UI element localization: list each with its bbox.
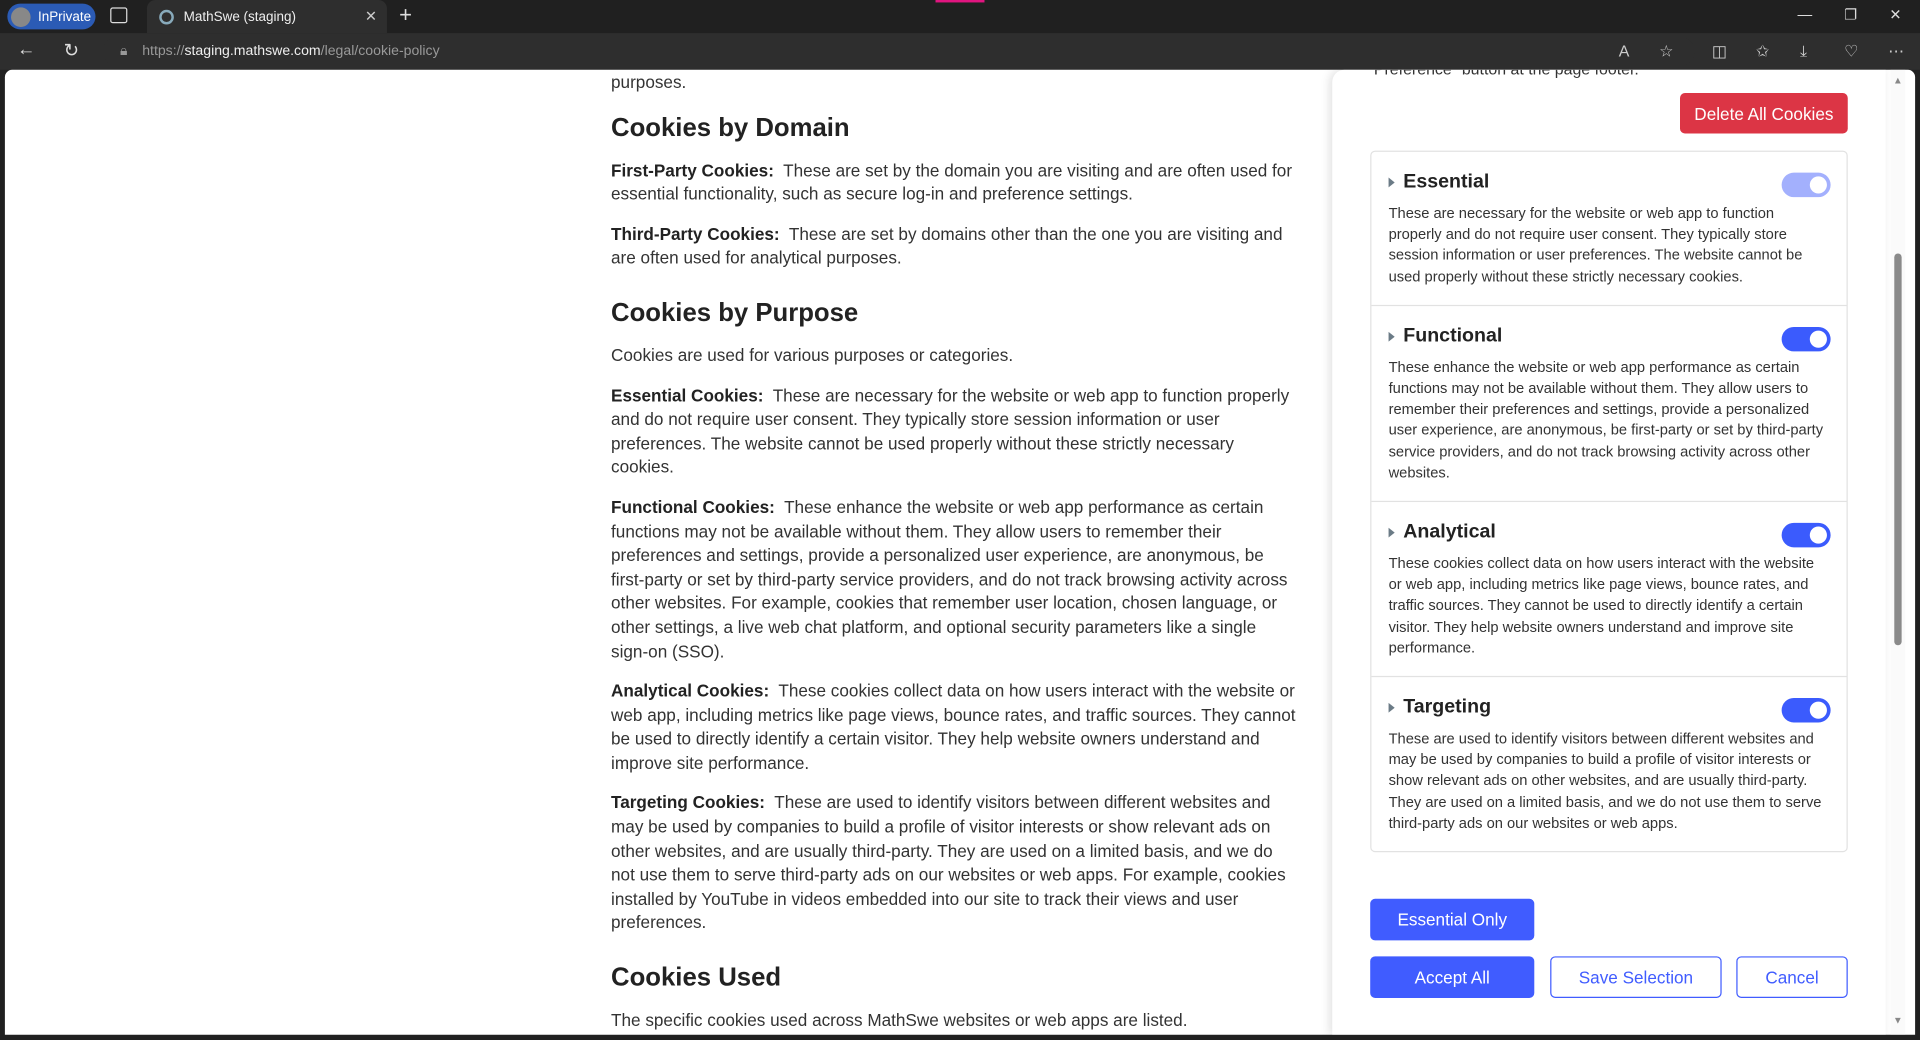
- category-name: Functional: [1403, 325, 1503, 347]
- panel-text-fragment: Preference" button at the page footer.: [1374, 70, 1639, 79]
- lock-icon: 🔒︎: [120, 43, 128, 59]
- policy-content: purposes. Cookies by Domain First-Party C…: [611, 71, 1297, 1035]
- text-fragment: purposes.: [611, 72, 687, 92]
- page-scrollbar[interactable]: ▲ ▼: [1890, 69, 1906, 1035]
- favorites-icon[interactable]: ✩: [1756, 42, 1769, 62]
- url: https://staging.mathswe.com/legal/cookie…: [142, 44, 440, 59]
- category-header[interactable]: Functional: [1388, 323, 1830, 350]
- new-tab-icon[interactable]: +: [399, 2, 412, 28]
- cookie-category-functional: Functional These enhance the website or …: [1371, 306, 1847, 503]
- tab-actions-icon[interactable]: [110, 7, 128, 24]
- scroll-down-icon[interactable]: ▼: [1893, 1015, 1903, 1026]
- restore-icon[interactable]: ❐: [1844, 6, 1857, 23]
- back-icon[interactable]: ←: [17, 39, 35, 60]
- section-heading: Cookies Used: [611, 963, 782, 992]
- cookie-category-analytical: Analytical These cookies collect data on…: [1371, 502, 1847, 678]
- category-name: Targeting: [1403, 696, 1492, 718]
- scroll-up-icon[interactable]: ▲: [1893, 75, 1903, 86]
- paragraph-term: Targeting Cookies:: [611, 792, 766, 813]
- caret-right-icon[interactable]: [1388, 177, 1395, 188]
- caret-right-icon[interactable]: [1388, 331, 1395, 342]
- paragraph-term: Functional Cookies:: [611, 497, 775, 517]
- close-tab-icon[interactable]: ✕: [365, 7, 377, 24]
- paragraph: First-Party Cookies: These are set by th…: [611, 159, 1297, 207]
- paragraph-term: First-Party Cookies:: [611, 159, 774, 180]
- category-description: These are necessary for the website or w…: [1388, 204, 1803, 285]
- section-heading: Cookies by Purpose: [611, 298, 859, 327]
- category-description: These enhance the website or web app per…: [1388, 358, 1824, 482]
- save-selection-button[interactable]: Save Selection: [1550, 956, 1722, 998]
- delete-all-cookies-button[interactable]: Delete All Cookies: [1680, 93, 1848, 134]
- category-name: Essential: [1403, 171, 1490, 193]
- category-header[interactable]: Analytical: [1388, 519, 1830, 546]
- profile-avatar-icon: [11, 6, 31, 27]
- cookie-categories: Essential These are necessary for the we…: [1370, 150, 1848, 853]
- close-window-icon[interactable]: ✕: [1889, 6, 1901, 23]
- cancel-button[interactable]: Cancel: [1736, 956, 1848, 998]
- paragraph: Third-Party Cookies: These are set by do…: [611, 223, 1297, 271]
- paragraph: Functional Cookies: These enhance the we…: [611, 496, 1297, 664]
- cookie-category-targeting: Targeting These are used to identify vis…: [1371, 677, 1846, 851]
- category-header[interactable]: Targeting: [1388, 694, 1830, 721]
- category-name: Analytical: [1403, 521, 1496, 543]
- paragraph: Targeting Cookies: These are used to ide…: [611, 792, 1297, 936]
- paragraph: Analytical Cookies: These cookies collec…: [611, 680, 1297, 776]
- paragraph: Cookies are used for various purposes or…: [611, 344, 1297, 368]
- analytical-toggle[interactable]: [1781, 522, 1831, 548]
- caret-right-icon[interactable]: [1388, 527, 1395, 538]
- inprivate-label: InPrivate: [37, 9, 92, 24]
- paragraph-text: Cookies are used for various purposes or…: [611, 345, 1014, 365]
- cookie-category-essential: Essential These are necessary for the we…: [1371, 152, 1847, 306]
- download-icon[interactable]: ⤓: [1800, 42, 1807, 62]
- more-icon[interactable]: ⋯: [1888, 42, 1904, 62]
- targeting-toggle[interactable]: [1781, 698, 1831, 723]
- tab-title: MathSwe (staging): [183, 9, 296, 24]
- paragraph-term: Essential Cookies:: [611, 385, 764, 405]
- paragraph-text: The specific cookies used across MathSwe…: [611, 1010, 1188, 1030]
- favorite-star-icon[interactable]: ☆: [1659, 42, 1673, 62]
- browser-essentials-icon[interactable]: ♡: [1844, 42, 1858, 62]
- address-bar[interactable]: 🔒︎ https://staging.mathswe.com/legal/cook…: [102, 36, 1695, 67]
- category-header[interactable]: Essential: [1388, 169, 1830, 196]
- accent-bar: [935, 0, 985, 3]
- tab-bar: InPrivate MathSwe (staging) ✕ + — ❐ ✕: [0, 0, 1920, 34]
- inprivate-badge[interactable]: InPrivate: [7, 3, 96, 30]
- functional-toggle[interactable]: [1781, 326, 1831, 352]
- scrollbar-thumb[interactable]: [1894, 253, 1902, 646]
- paragraph: Essential Cookies: These are necessary f…: [611, 384, 1297, 480]
- read-aloud-icon[interactable]: A: [1619, 42, 1630, 60]
- paragraph-term: Analytical Cookies:: [611, 680, 770, 701]
- minimize-icon[interactable]: —: [1798, 6, 1813, 23]
- category-description: These cookies collect data on how users …: [1388, 554, 1815, 657]
- split-screen-icon[interactable]: ◫: [1712, 42, 1727, 62]
- essential-toggle: [1781, 172, 1831, 198]
- page-viewport: purposes. Cookies by Domain First-Party C…: [4, 69, 1916, 1035]
- essential-only-button[interactable]: Essential Only: [1370, 898, 1535, 941]
- refresh-icon[interactable]: ↻: [64, 39, 79, 61]
- accept-all-button[interactable]: Accept All: [1370, 956, 1535, 998]
- paragraph-text: These enhance the website or web app per…: [611, 497, 1288, 661]
- paragraph: The specific cookies used across MathSwe…: [611, 1009, 1297, 1033]
- toolbar: ← ↻ 🔒︎ https://staging.mathswe.com/legal/…: [0, 33, 1920, 70]
- browser-window: InPrivate MathSwe (staging) ✕ + — ❐ ✕ ← ↻…: [0, 0, 1920, 1040]
- caret-right-icon[interactable]: [1388, 702, 1395, 713]
- section-heading: Cookies by Domain: [611, 113, 850, 142]
- category-description: These are used to identify visitors betw…: [1388, 729, 1822, 832]
- paragraph-term: Third-Party Cookies:: [611, 223, 780, 244]
- paragraph-text: These are used to identify visitors betw…: [611, 792, 1286, 933]
- tab-mathswe[interactable]: MathSwe (staging) ✕: [146, 0, 387, 34]
- cookie-preferences-panel: Preference" button at the page footer. D…: [1332, 69, 1886, 1035]
- favicon-icon: [159, 9, 174, 24]
